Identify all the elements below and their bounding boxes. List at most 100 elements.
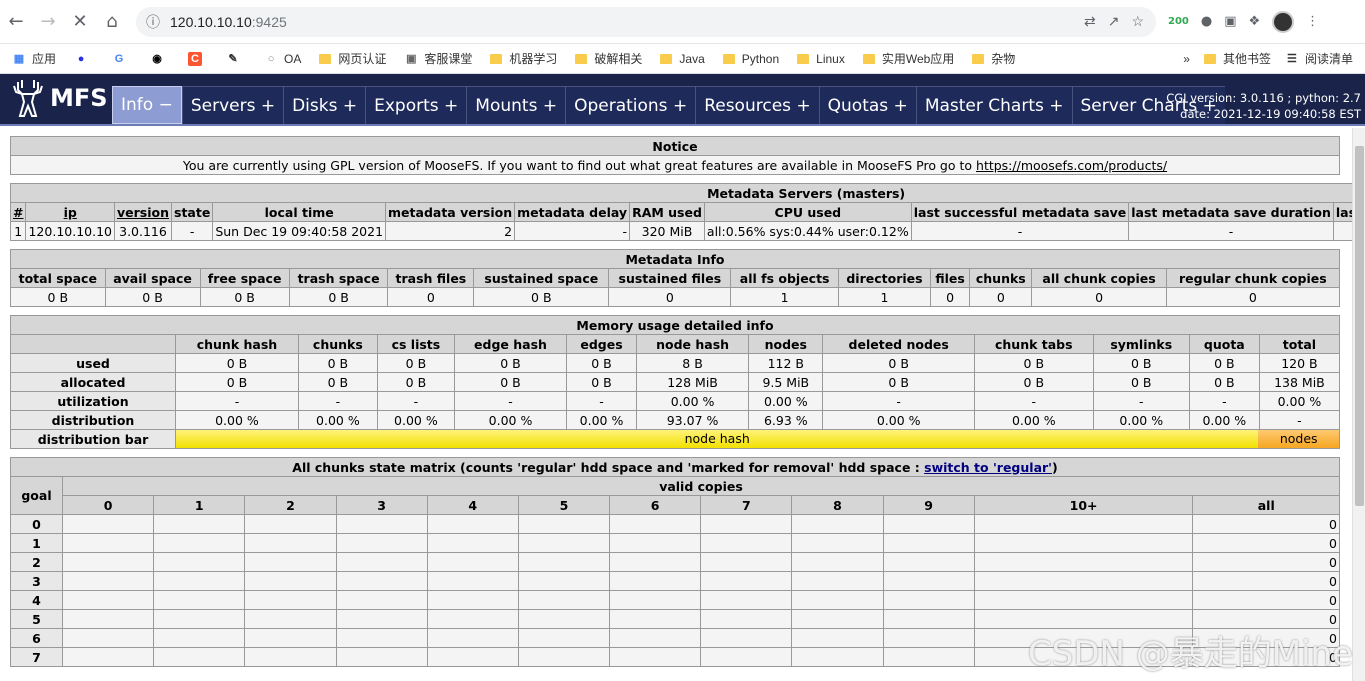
info-icon[interactable]: ⓘ (146, 12, 160, 32)
bookmark-folder[interactable]: 网页认证 (319, 50, 386, 67)
bookmark-folder[interactable]: 破解相关 (575, 50, 642, 67)
masters-col-header: RAM used (629, 202, 705, 222)
matrix-cell (153, 552, 246, 572)
matrix-cell (609, 590, 702, 610)
matrix-cell (882, 647, 975, 667)
extension-icon[interactable]: ● (1201, 14, 1212, 29)
bookmark-folder[interactable]: Linux (797, 52, 845, 66)
metadata-servers-table: Metadata Servers (masters) # ip version sta… (9, 183, 1352, 241)
memory-cell: 0 B (175, 372, 299, 392)
back-icon[interactable]: ← (0, 6, 32, 38)
bookmark-google[interactable]: G (112, 52, 132, 66)
matrix-col-header: 0 (61, 495, 155, 515)
memory-cell: 0.00 % (1092, 410, 1190, 430)
matrix-cell (244, 628, 337, 648)
terminal-extension-icon[interactable]: ▣ (1224, 14, 1236, 29)
memory-row-label: utilization (10, 391, 176, 411)
more-bookmarks-icon[interactable]: » (1183, 52, 1190, 66)
logo-text: MFS (50, 84, 108, 112)
bookmark-star-icon[interactable]: ☆ (1131, 13, 1144, 30)
menu-item-quotas[interactable]: Quotas + (818, 86, 916, 124)
extension-badge[interactable]: 200 (1168, 16, 1189, 27)
menu-item-exports[interactable]: Exports + (365, 86, 467, 124)
bookmark-other[interactable]: 其他书签 (1203, 50, 1271, 67)
matrix-cell (517, 514, 611, 534)
memory-cell: 0 B (297, 372, 378, 392)
matrix-cell (609, 514, 702, 534)
menu-dots-icon[interactable]: ⋮ (1306, 14, 1319, 29)
bookmark-folder[interactable]: Java (660, 52, 705, 66)
memory-col-header: chunk tabs (973, 334, 1094, 354)
matrix-col-header: all (1192, 495, 1340, 515)
masters-col-header[interactable]: ip (25, 202, 115, 222)
stop-loading-icon[interactable]: ✕ (64, 6, 96, 38)
home-icon[interactable]: ⌂ (96, 6, 128, 38)
matrix-cell (153, 647, 246, 667)
memory-col-header: chunk hash (175, 334, 299, 354)
matrix-cell (609, 533, 702, 553)
memory-row-label: used (10, 353, 176, 373)
products-link[interactable]: https://moosefs.com/products/ (976, 158, 1167, 173)
menu-item-servers[interactable]: Servers + (181, 86, 284, 124)
goal-header: goal (10, 476, 63, 515)
bookmark-folder[interactable]: 实用Web应用 (862, 50, 954, 67)
bookmark-folder[interactable]: Python (722, 52, 779, 66)
menu-item-resources[interactable]: Resources + (695, 86, 819, 124)
avatar[interactable] (1272, 10, 1295, 33)
matrix-cell (335, 647, 428, 667)
matrix-cell (609, 647, 702, 667)
moose-icon (13, 80, 43, 117)
forward-icon[interactable]: → (32, 6, 64, 38)
bookmark-runner[interactable]: ✎ (226, 52, 246, 66)
bookmark-folder[interactable]: 杂物 (972, 50, 1015, 67)
memory-cell: - (822, 391, 975, 411)
matrix-cell (700, 647, 793, 667)
address-bar[interactable]: ⓘ 120.10.10.10:9425 ⇄ ↗ ☆ (136, 6, 1156, 37)
bookmark-classroom[interactable]: ▣ 客服课堂 (404, 50, 472, 67)
bookmark-folder[interactable]: 机器学习 (490, 50, 557, 67)
masters-col-header[interactable]: state (170, 202, 214, 222)
masters-col-header[interactable]: version (113, 202, 173, 222)
memory-cell: 0 B (376, 353, 455, 373)
bookmark-baidu[interactable]: ● (74, 52, 94, 66)
memory-col-header: edge hash (453, 334, 568, 354)
matrix-cell (153, 533, 246, 553)
bookmark-oa[interactable]: ○ OA (264, 52, 302, 66)
reading-list[interactable]: ☰ 阅读清单 (1285, 50, 1353, 67)
memory-col-header: nodes (748, 334, 824, 354)
share-icon[interactable]: ↗ (1108, 13, 1120, 30)
menu-item-disks[interactable]: Disks + (283, 86, 366, 124)
mfs-logo[interactable]: MFS (0, 72, 112, 124)
distribution-bar-segment: node hash (176, 430, 1259, 448)
menu-item-mounts[interactable]: Mounts + (466, 86, 566, 124)
menu-item-info[interactable]: Info − (112, 86, 182, 124)
metadata-servers-title: Metadata Servers (masters) (9, 183, 1352, 203)
translate-icon[interactable]: ⇄ (1084, 13, 1096, 30)
memory-cell: - (175, 391, 299, 411)
matrix-cell (426, 590, 519, 610)
mdinfo-cell: 0 (969, 287, 1033, 307)
mfs-header: MFS Info − Servers + Disks + Exports + Mount… (0, 74, 1365, 126)
memory-usage-table: Memory usage detailed info chunk hash chu… (10, 315, 1341, 449)
matrix-cell (244, 552, 337, 572)
mdinfo-cell: 0 B (10, 287, 106, 307)
matrix-cell (426, 628, 519, 648)
matrix-cell (882, 571, 975, 591)
puzzle-icon[interactable]: ❖ (1249, 14, 1261, 29)
menu-item-mastercharts[interactable]: Master Charts + (915, 86, 1072, 124)
scrollbar[interactable] (1352, 128, 1365, 681)
scrollbar-thumb[interactable] (1355, 146, 1364, 506)
matrix-col-header: 9 (882, 495, 975, 515)
bookmark-csdn[interactable]: C (188, 51, 208, 66)
mdinfo-col-header: avail space (104, 268, 201, 288)
matrix-cell (791, 533, 884, 553)
menu-item-operations[interactable]: Operations + (565, 86, 696, 124)
matrix-cell (244, 533, 337, 553)
memory-col-header: total (1258, 334, 1341, 354)
bookmark-apps[interactable]: ▦ 应用 (12, 50, 56, 67)
bookmark-github[interactable]: ◉ (150, 52, 170, 66)
reading-list-icon: ☰ (1287, 53, 1297, 65)
chunk-matrix-title: All chunks state matrix (counts 'regular… (10, 457, 1340, 477)
matrix-all-cell: 0 (1192, 533, 1340, 553)
switch-regular-link[interactable]: switch to 'regular' (924, 460, 1052, 475)
